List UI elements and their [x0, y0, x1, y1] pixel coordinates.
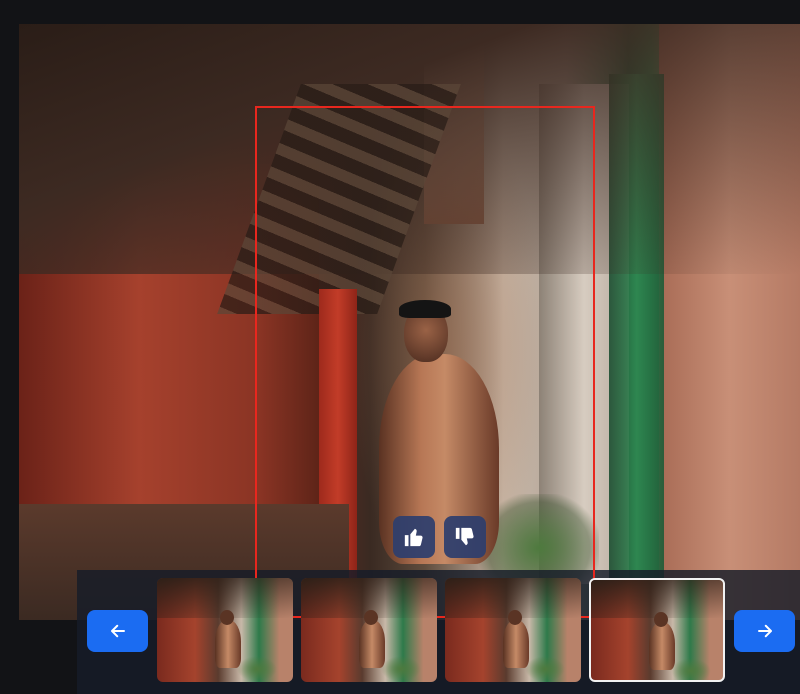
thumbnail-person	[359, 620, 385, 668]
next-button[interactable]	[734, 610, 795, 652]
thumbnail-person-head	[364, 610, 378, 625]
thumbnail-person	[215, 620, 241, 668]
thumbs-up-icon	[404, 528, 423, 547]
dislike-button[interactable]	[444, 516, 486, 558]
thumbnail-plants	[671, 658, 711, 680]
like-button[interactable]	[393, 516, 435, 558]
thumbnail-person-head	[654, 612, 668, 627]
thumbnail-list	[157, 578, 725, 682]
thumbnail-2[interactable]	[301, 578, 437, 682]
thumbnail-3[interactable]	[445, 578, 581, 682]
thumbnail-plants	[237, 656, 277, 682]
feedback-buttons	[393, 516, 486, 558]
thumbs-down-icon	[455, 527, 474, 546]
previous-button[interactable]	[87, 610, 148, 652]
thumbnail-4-selected[interactable]	[589, 578, 725, 682]
thumbnail-1[interactable]	[157, 578, 293, 682]
arrow-right-icon	[757, 624, 772, 638]
thumbnail-plants	[525, 656, 565, 682]
thumbnail-person	[649, 622, 675, 670]
arrow-left-icon	[110, 624, 125, 638]
thumbnail-person	[503, 620, 529, 668]
thumbnail-person-head	[220, 610, 234, 625]
thumbnail-person-head	[508, 610, 522, 625]
thumbnail-plants	[381, 656, 421, 682]
